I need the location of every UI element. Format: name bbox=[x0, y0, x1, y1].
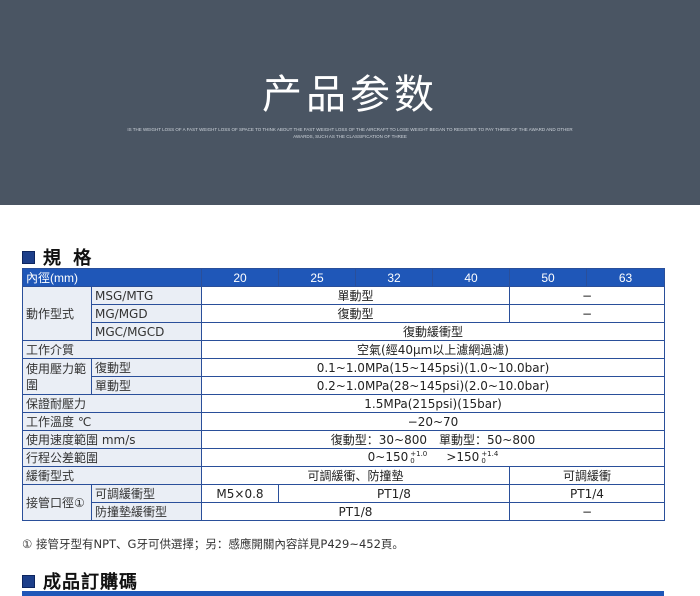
spec-table: 內徑(mm) 20 25 32 40 50 63 動作型式 MSG/MTG 單動… bbox=[22, 268, 665, 521]
banner-title: 产品参数 bbox=[262, 72, 438, 118]
spec-heading: 規 格 bbox=[22, 244, 94, 270]
table-row: 工作溫度 ℃ −20~70 bbox=[22, 412, 665, 431]
proof-value: 1.5MPa(215psi)(15bar) bbox=[201, 394, 665, 413]
table-row: MG/MGD 復動型 − bbox=[23, 304, 665, 323]
table-row: MGC/MGCD 復動緩衝型 bbox=[23, 322, 665, 341]
press-single-value: 0.2~1.0MPa(28~145psi)(2.0~10.0bar) bbox=[201, 376, 665, 395]
table-row: 工作介質 空氣(經40μm以上濾網過濾) bbox=[22, 340, 665, 359]
stroke-b-sub: 0 bbox=[481, 456, 486, 465]
mgc-name: MGC/MGCD bbox=[91, 322, 202, 341]
section-divider-bar bbox=[22, 591, 664, 596]
mg-value: 復動型 bbox=[201, 304, 510, 323]
table-row: 單動型 0.2~1.0MPa(28~145psi)(2.0~10.0bar) bbox=[23, 376, 665, 395]
header-bore: 內徑(mm) bbox=[22, 268, 202, 287]
mg-name: MG/MGD bbox=[91, 304, 202, 323]
header-20: 20 bbox=[201, 268, 279, 287]
banner: 产品参数 IS THE WEIGHT LOSS OF A FAST WEIGHT… bbox=[0, 0, 700, 205]
proof-label: 保證耐壓力 bbox=[22, 394, 202, 413]
table-row: 使用壓力範圍 復動型 0.1~1.0MPa(15~145psi)(1.0~10.… bbox=[22, 358, 665, 395]
header-50: 50 bbox=[509, 268, 587, 287]
table-row: 緩衝型式 可調緩衝、防撞墊 可調緩衝 bbox=[22, 466, 665, 485]
table-row: 使用速度範圍 mm/s 復動型：30~800 單動型：50~800 bbox=[22, 430, 665, 449]
medium-value: 空氣(經40μm以上濾網過濾) bbox=[201, 340, 665, 359]
cushion-value-2: 可調緩衝 bbox=[509, 466, 665, 485]
stroke-value: 0~150 +1.0 0 >150 +1.4 0 bbox=[201, 448, 665, 467]
port-a-name: 可調緩衝型 bbox=[91, 484, 202, 503]
header-25: 25 bbox=[278, 268, 356, 287]
header-63: 63 bbox=[586, 268, 665, 287]
press-double-name: 復動型 bbox=[91, 358, 202, 377]
stroke-a-sub: 0 bbox=[410, 456, 415, 465]
pressure-label: 使用壓力範圍 bbox=[22, 358, 92, 395]
table-row: 防撞墊緩衝型 PT1/8 − bbox=[23, 502, 665, 521]
msg-value: 單動型 bbox=[201, 286, 510, 305]
port-a-value: M5×0.8 bbox=[201, 484, 279, 503]
temp-label: 工作溫度 ℃ bbox=[22, 412, 202, 431]
stroke-label: 行程公差範圍 bbox=[22, 448, 202, 467]
cushion-value: 可調緩衝、防撞墊 bbox=[201, 466, 510, 485]
port-b-value: PT1/8 bbox=[201, 502, 510, 521]
table-row: 保證耐壓力 1.5MPa(215psi)(15bar) bbox=[22, 394, 665, 413]
square-bullet-icon bbox=[22, 250, 35, 264]
port-b-name: 防撞墊緩衝型 bbox=[91, 502, 202, 521]
msg-name: MSG/MTG bbox=[91, 286, 202, 305]
speed-label: 使用速度範圍 mm/s bbox=[22, 430, 202, 449]
temp-value: −20~70 bbox=[201, 412, 665, 431]
press-single-name: 單動型 bbox=[91, 376, 202, 395]
spec-heading-text: 規 格 bbox=[43, 248, 95, 269]
table-row: 行程公差範圍 0~150 +1.0 0 >150 +1.4 0 bbox=[22, 448, 665, 467]
stroke-a: 0~150 bbox=[367, 450, 409, 465]
press-double-value: 0.1~1.0MPa(15~145psi)(1.0~10.0bar) bbox=[201, 358, 665, 377]
medium-label: 工作介質 bbox=[22, 340, 202, 359]
banner-subtitle: IS THE WEIGHT LOSS OF A FAST WEIGHT LOSS… bbox=[127, 127, 573, 139]
speed-value: 復動型：30~800 單動型：50~800 bbox=[201, 430, 665, 449]
port-a-value-3: PT1/4 bbox=[509, 484, 665, 503]
port-b-value-2: − bbox=[509, 502, 665, 521]
mg-value-2: − bbox=[509, 304, 665, 323]
port-label: 接管口徑① bbox=[22, 484, 92, 521]
action-label: 動作型式 bbox=[22, 286, 92, 341]
table-header-row: 內徑(mm) 20 25 32 40 50 63 bbox=[22, 268, 665, 287]
header-40: 40 bbox=[432, 268, 510, 287]
table-row: 動作型式 MSG/MTG 單動型 − bbox=[22, 286, 665, 341]
mgc-value: 復動緩衝型 bbox=[201, 322, 665, 341]
header-32: 32 bbox=[355, 268, 433, 287]
cushion-label: 緩衝型式 bbox=[22, 466, 202, 485]
table-row: 接管口徑① 可調緩衝型 M5×0.8 PT1/8 PT1/4 bbox=[22, 484, 665, 521]
footnote: ① 接管牙型有NPT、G牙可供選擇；另：感應開關內容詳見P429~452頁。 bbox=[22, 537, 404, 551]
square-bullet-icon bbox=[22, 574, 35, 588]
stroke-b: >150 bbox=[446, 450, 480, 465]
msg-value-2: − bbox=[509, 286, 665, 305]
port-a-value-2: PT1/8 bbox=[278, 484, 510, 503]
